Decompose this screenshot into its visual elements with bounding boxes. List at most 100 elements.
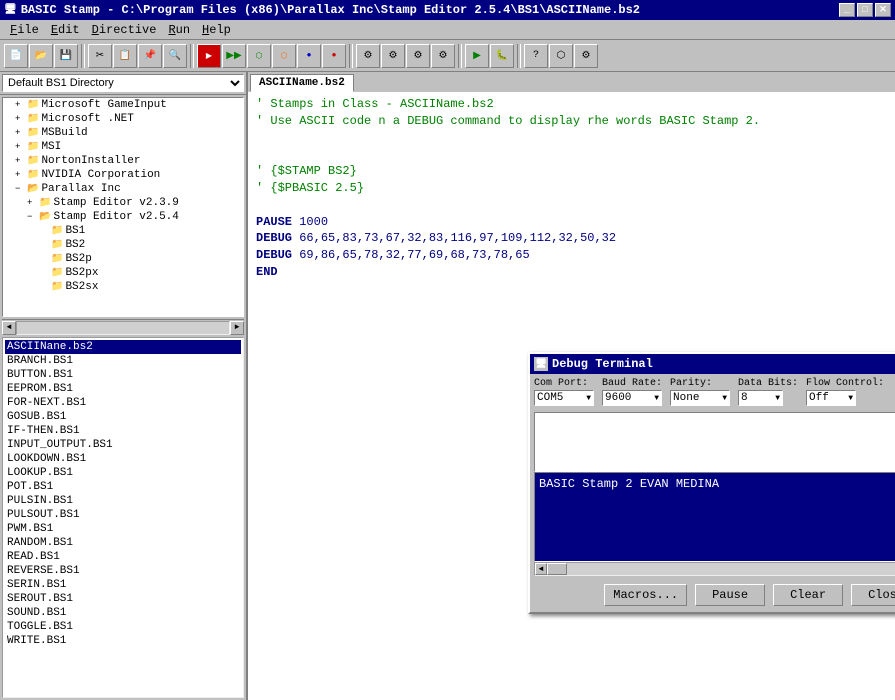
open-button[interactable]: 📂 [29,44,53,68]
tab-asciiname[interactable]: ASCIIName.bs2 [250,74,354,92]
tree-label: Microsoft .NET [41,113,133,125]
close-dialog-button[interactable]: Close [851,584,895,606]
file-item-serin[interactable]: SERIN.BS1 [5,578,241,592]
save-button[interactable]: 💾 [54,44,78,68]
file-item-branch[interactable]: BRANCH.BS1 [5,354,241,368]
com-port-select[interactable]: COM5 ▼ [534,390,594,406]
clear-button[interactable]: Clear [773,584,843,606]
tree-item-gameinput[interactable]: + 📁 Microsoft GameInput [3,98,243,112]
upper-terminal[interactable] [534,412,895,472]
code-line-11: END [256,264,887,281]
tree-item-bs2p[interactable]: 📁 BS2p [3,252,243,266]
maximize-button[interactable]: □ [857,3,873,17]
file-item-random[interactable]: RANDOM.BS1 [5,536,241,550]
flow-control-select[interactable]: Off ▼ [806,390,856,406]
scroll-left[interactable]: ◄ [2,321,16,335]
scroll-right[interactable]: ► [230,321,244,335]
hscroll-left[interactable]: ◄ [535,563,547,575]
file-item-button[interactable]: BUTTON.BS1 [5,368,241,382]
copy-button[interactable]: 📋 [113,44,137,68]
file-item-pwm[interactable]: PWM.BS1 [5,522,241,536]
extra3[interactable]: ⚙ [574,44,598,68]
cut-button[interactable]: ✂ [88,44,112,68]
menu-edit[interactable]: Edit [45,22,86,38]
tree-item-bs2px[interactable]: 📁 BS2px [3,266,243,280]
run-btn3[interactable]: ⬡ [247,44,271,68]
menu-run[interactable]: Run [162,22,196,38]
tool1[interactable]: ⚙ [356,44,380,68]
tree-item-bs2[interactable]: 📁 BS2 [3,238,243,252]
tree-item-msi[interactable]: + 📁 MSI [3,140,243,154]
run-btn2[interactable]: ▶▶ [222,44,246,68]
file-item-asciiname[interactable]: ASCIINane.bs2 [5,340,241,354]
com-port-label: Com Port: [534,378,594,389]
file-item-eeprom[interactable]: EEPROM.BS1 [5,382,241,396]
sep1 [81,44,85,68]
menu-help[interactable]: Help [196,22,237,38]
file-item-lookup[interactable]: LOOKUP.BS1 [5,466,241,480]
close-button[interactable]: ✕ [875,3,891,17]
tree-item-bs2sx[interactable]: 📁 BS2sx [3,280,243,294]
run-btn4[interactable]: ⬡ [272,44,296,68]
run-btn1[interactable]: ▶ [197,44,221,68]
file-item-pulsin[interactable]: PULSIN.BS1 [5,494,241,508]
debug-button[interactable]: 🐛 [490,44,514,68]
find-button[interactable]: 🔍 [163,44,187,68]
tree-label: Parallax Inc [41,183,120,195]
extra2[interactable]: ⬡ [549,44,573,68]
data-bits-select[interactable]: 8 ▼ [738,390,783,406]
terminal-hscroll[interactable]: ◄ ► [534,562,895,576]
tree-item-dotnet[interactable]: + 📁 Microsoft .NET [3,112,243,126]
paste-button[interactable]: 📌 [138,44,162,68]
minimize-button[interactable]: _ [839,3,855,17]
directory-select[interactable]: Default BS1 Directory [2,74,244,92]
menu-bar: File Edit Directive Run Help [0,20,895,40]
menu-file[interactable]: File [4,22,45,38]
tree-toggle: + [15,142,27,152]
tree-item-nvidia[interactable]: + 📁 NVIDIA Corporation [3,168,243,182]
tool4[interactable]: ⚙ [431,44,455,68]
data-bits-group: Data Bits: 8 ▼ [738,378,798,406]
file-item-gosub[interactable]: GOSUB.BS1 [5,410,241,424]
parity-select[interactable]: None ▼ [670,390,730,406]
scroll-track[interactable] [16,321,230,335]
extra1[interactable]: ? [524,44,548,68]
tree-item-msbuild[interactable]: + 📁 MSBuild [3,126,243,140]
data-bits-label: Data Bits: [738,378,798,389]
tree-item-bs1[interactable]: 📁 BS1 [3,224,243,238]
file-item-lookdown[interactable]: LOOKDOWN.BS1 [5,452,241,466]
macros-button[interactable]: Macros... [604,584,687,606]
tree-item-norton[interactable]: + 📁 NortonInstaller [3,154,243,168]
tree-item-stamp239[interactable]: + 📁 Stamp Editor v2.3.9 [3,196,243,210]
file-item-sound[interactable]: SOUND.BS1 [5,606,241,620]
new-button[interactable]: 📄 [4,44,28,68]
file-item-fornext[interactable]: FOR-NEXT.BS1 [5,396,241,410]
hscroll-thumb[interactable] [547,563,567,575]
file-item-reverse[interactable]: REVERSE.BS1 [5,564,241,578]
tool2[interactable]: ⚙ [381,44,405,68]
file-list[interactable]: ASCIINane.bs2 BRANCH.BS1 BUTTON.BS1 EEPR… [2,337,244,698]
tool3[interactable]: ⚙ [406,44,430,68]
file-tree[interactable]: + 📁 Microsoft GameInput + 📁 Microsoft .N… [2,97,244,317]
file-item-read[interactable]: READ.BS1 [5,550,241,564]
file-item-inputoutput[interactable]: INPUT_OUTPUT.BS1 [5,438,241,452]
run-btn5[interactable]: ● [297,44,321,68]
tree-item-stamp254[interactable]: − 📂 Stamp Editor v2.5.4 [3,210,243,224]
tree-toggle: − [27,212,39,222]
parity-group: Parity: None ▼ [670,378,730,406]
pause-button[interactable]: Pause [695,584,765,606]
file-item-pulsout[interactable]: PULSOUT.BS1 [5,508,241,522]
parity-value: None [673,392,699,404]
run-btn6[interactable]: ● [322,44,346,68]
play-button[interactable]: ▶ [465,44,489,68]
file-item-toggle[interactable]: TOGGLE.BS1 [5,620,241,634]
file-item-pot[interactable]: POT.BS1 [5,480,241,494]
tree-item-parallax[interactable]: − 📂 Parallax Inc [3,182,243,196]
menu-directive[interactable]: Directive [86,22,163,38]
tree-hscroll[interactable]: ◄ ► [2,319,244,335]
lower-terminal[interactable]: BASIC Stamp 2 EVAN MEDINA [534,472,895,562]
file-item-serout[interactable]: SEROUT.BS1 [5,592,241,606]
baud-rate-select[interactable]: 9600 ▼ [602,390,662,406]
file-item-write[interactable]: WRITE.BS1 [5,634,241,648]
file-item-ifthen[interactable]: IF-THEN.BS1 [5,424,241,438]
